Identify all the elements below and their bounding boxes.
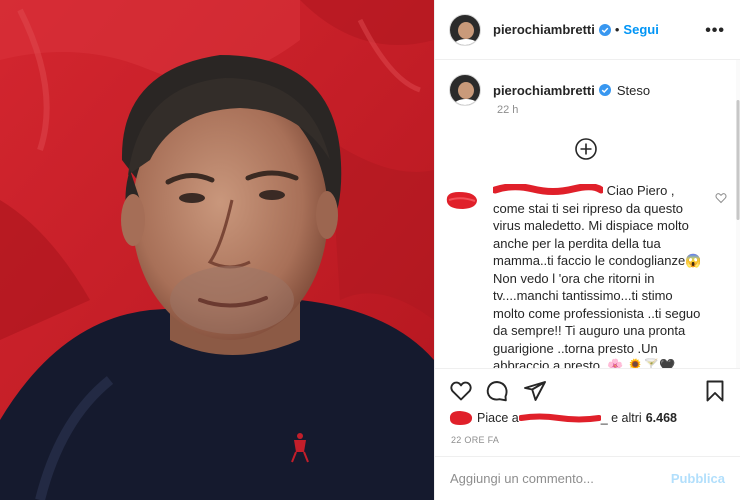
- follow-button[interactable]: Segui: [623, 22, 658, 37]
- likes-prefix: Piace a: [477, 411, 519, 425]
- comment-bubble-icon[interactable]: [485, 379, 509, 403]
- caption-timestamp[interactable]: 22 h: [497, 104, 518, 116]
- likes-suffix: _ e altri: [600, 411, 642, 425]
- post-header: pierochiambretti • Segui •••: [435, 0, 740, 60]
- caption-text: Steso: [616, 82, 651, 98]
- post-sidebar: pierochiambretti • Segui ••• pierochiamb…: [434, 0, 740, 500]
- likes-count[interactable]: 6.468: [646, 411, 677, 425]
- avatar[interactable]: [449, 13, 481, 46]
- comment-input[interactable]: [450, 471, 650, 486]
- redacted-liker-avatar: [449, 411, 473, 425]
- comment-item: Ciao Piero , come stai ti sei ripreso da…: [443, 182, 733, 368]
- more-options-icon[interactable]: •••: [705, 22, 725, 40]
- publish-button[interactable]: Pubblica: [671, 471, 725, 486]
- likes-summary[interactable]: Piace a _ e altri 6.468: [447, 409, 677, 427]
- add-comment-bar: Pubblica: [435, 456, 740, 500]
- redacted-comment-username: [493, 184, 603, 195]
- redacted-comment-avatar: [446, 192, 477, 209]
- header-username[interactable]: pierochiambretti: [493, 22, 595, 37]
- header-separator: •: [614, 22, 620, 37]
- post-caption: pierochiambretti Steso 22 h: [449, 74, 729, 116]
- post-photo[interactable]: [0, 0, 434, 500]
- share-paper-plane-icon[interactable]: [523, 379, 547, 403]
- like-heart-icon[interactable]: [449, 379, 473, 403]
- comment-like-heart-icon[interactable]: [715, 192, 727, 204]
- caption-avatar[interactable]: [449, 74, 481, 106]
- selfie-image: [0, 0, 434, 500]
- post-timestamp[interactable]: 22 ORE FA: [451, 435, 499, 445]
- verified-badge-icon: [598, 23, 611, 36]
- comment-text-block: Ciao Piero , come stai ti sei ripreso da…: [493, 182, 703, 368]
- comments-scrollbar[interactable]: [736, 60, 740, 368]
- caption-username[interactable]: pierochiambretti: [493, 83, 595, 98]
- save-bookmark-icon[interactable]: [703, 379, 727, 403]
- redacted-liker-name: [518, 413, 601, 423]
- verified-badge-icon: [598, 84, 611, 96]
- comment-text: Ciao Piero , come stai ti sei ripreso da…: [493, 183, 702, 368]
- load-more-comments-icon[interactable]: [574, 137, 598, 161]
